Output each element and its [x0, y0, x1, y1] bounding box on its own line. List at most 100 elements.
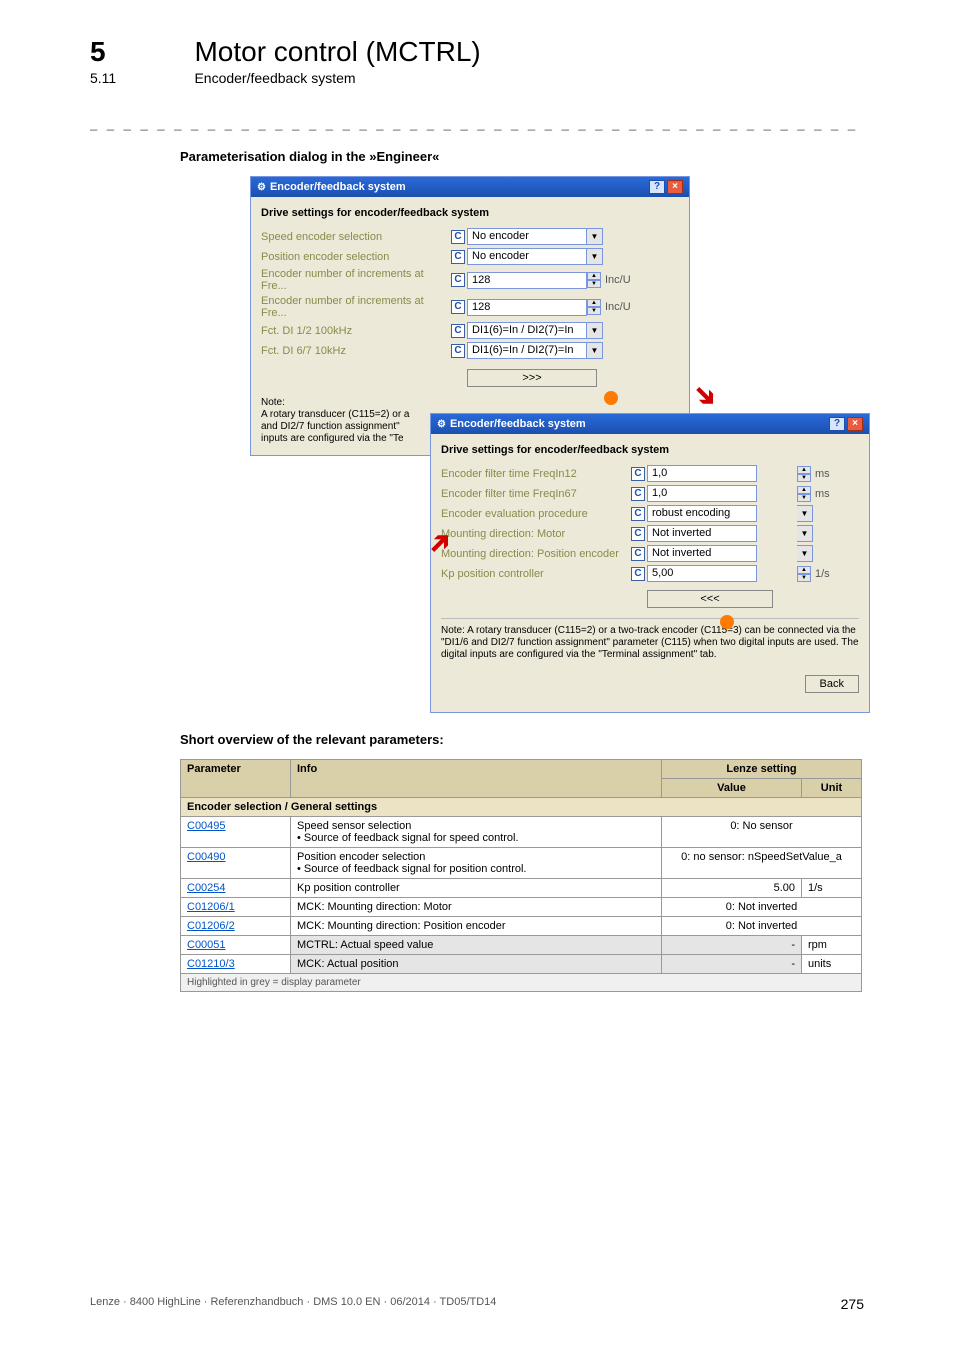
- parameter-table: Parameter Info Lenze setting Value Unit …: [180, 759, 862, 992]
- param-link[interactable]: C01210/3: [187, 958, 235, 970]
- col-info: Info: [291, 760, 662, 798]
- param-link[interactable]: C00051: [187, 939, 226, 951]
- back-button[interactable]: Back: [805, 675, 859, 693]
- footer-left: Lenze · 8400 HighLine · Referenzhandbuch…: [90, 1296, 496, 1312]
- value-cell: 5.00: [662, 879, 802, 898]
- dropdown-icon[interactable]: ▼: [797, 545, 813, 562]
- subsection-title: Encoder/feedback system: [194, 70, 355, 86]
- col-value: Value: [662, 779, 802, 798]
- param-link[interactable]: C01206/1: [187, 901, 235, 913]
- unit-text: Inc/U: [605, 274, 631, 286]
- param-link[interactable]: C01206/2: [187, 920, 235, 932]
- unit-text: ms: [815, 468, 830, 480]
- spin-up-icon[interactable]: ▲: [797, 466, 811, 474]
- c-badge[interactable]: C: [631, 467, 645, 481]
- col-lenze: Lenze setting: [662, 760, 862, 779]
- table-footnote: Highlighted in grey = display parameter: [181, 974, 862, 992]
- dialog-screenshot-area: ⚙ Encoder/feedback system ? × Drive setti…: [250, 176, 862, 716]
- mount-pos-field[interactable]: Not inverted: [647, 545, 757, 562]
- c-badge[interactable]: C: [631, 527, 645, 541]
- inc1-field[interactable]: 128: [467, 272, 587, 289]
- info-cell: MCK: Mounting direction: Motor: [291, 898, 662, 917]
- window-titlebar: ⚙Encoder/feedback system ? ×: [431, 414, 869, 434]
- close-icon[interactable]: ×: [667, 180, 683, 194]
- spin-up-icon[interactable]: ▲: [797, 566, 811, 574]
- inc2-label: Encoder number of increments at Fre...: [261, 295, 451, 319]
- arrow-down-right-icon: ➔: [686, 376, 726, 416]
- c-badge[interactable]: C: [631, 507, 645, 521]
- info-cell: Kp position controller: [291, 879, 662, 898]
- speed-enc-label: Speed encoder selection: [261, 231, 451, 243]
- pos-enc-label: Position encoder selection: [261, 251, 451, 263]
- dropdown-icon[interactable]: ▼: [587, 248, 603, 265]
- encoder-dialog-2: ⚙Encoder/feedback system ? × Drive setti…: [430, 413, 870, 713]
- unit-cell: 1/s: [802, 879, 862, 898]
- collapse-button[interactable]: <<<: [647, 590, 773, 608]
- c-badge[interactable]: C: [451, 324, 465, 338]
- c-badge[interactable]: C: [451, 300, 465, 314]
- dropdown-icon[interactable]: ▼: [587, 228, 603, 245]
- c-badge[interactable]: C: [451, 344, 465, 358]
- spin-down-icon[interactable]: ▼: [587, 307, 601, 315]
- pos-enc-field[interactable]: No encoder: [467, 248, 587, 265]
- help-icon[interactable]: ?: [829, 417, 845, 431]
- window-titlebar: ⚙ Encoder/feedback system ? ×: [251, 177, 689, 197]
- window-title: Encoder/feedback system: [270, 181, 406, 193]
- value-cell: 0: No sensor: [662, 817, 862, 848]
- mount-pos-label: Mounting direction: Position encoder: [441, 548, 631, 560]
- spin-up-icon[interactable]: ▲: [587, 272, 601, 280]
- section-title: Motor control (MCTRL): [194, 36, 480, 68]
- c-badge[interactable]: C: [631, 567, 645, 581]
- inc1-label: Encoder number of increments at Fre...: [261, 268, 451, 292]
- page-header: 5 Motor control (MCTRL) 5.11 Encoder/fee…: [0, 0, 954, 88]
- mount-motor-label: Mounting direction: Motor: [441, 528, 631, 540]
- di67-label: Fct. DI 6/7 10kHz: [261, 345, 451, 357]
- param-link[interactable]: C00490: [187, 851, 226, 863]
- spin-up-icon[interactable]: ▲: [587, 299, 601, 307]
- dropdown-icon[interactable]: ▼: [797, 505, 813, 522]
- dropdown-icon[interactable]: ▼: [587, 322, 603, 339]
- inc2-field[interactable]: 128: [467, 299, 587, 316]
- eval-label: Encoder evaluation procedure: [441, 508, 631, 520]
- c-badge[interactable]: C: [631, 487, 645, 501]
- filter67-field[interactable]: 1,0: [647, 485, 757, 502]
- c-badge[interactable]: C: [451, 273, 465, 287]
- gear-icon: ⚙: [257, 182, 266, 193]
- dropdown-icon[interactable]: ▼: [587, 342, 603, 359]
- filter12-field[interactable]: 1,0: [647, 465, 757, 482]
- col-parameter: Parameter: [181, 760, 291, 798]
- kp-label: Kp position controller: [441, 568, 631, 580]
- kp-field[interactable]: 5,00: [647, 565, 757, 582]
- c-badge[interactable]: C: [631, 547, 645, 561]
- window-title: Encoder/feedback system: [450, 418, 586, 430]
- unit-text: ms: [815, 488, 830, 500]
- table-row: C00490 Position encoder selection• Sourc…: [181, 848, 862, 879]
- eval-field[interactable]: robust encoding: [647, 505, 757, 522]
- speed-enc-field[interactable]: No encoder: [467, 228, 587, 245]
- spin-down-icon[interactable]: ▼: [587, 280, 601, 288]
- drive-settings-header: Drive settings for encoder/feedback syst…: [441, 440, 859, 462]
- param-link[interactable]: C00254: [187, 882, 226, 894]
- info-cell: MCK: Mounting direction: Position encode…: [291, 917, 662, 936]
- spin-up-icon[interactable]: ▲: [797, 486, 811, 494]
- spin-down-icon[interactable]: ▼: [797, 494, 811, 502]
- filter67-label: Encoder filter time FreqIn67: [441, 488, 631, 500]
- c-badge[interactable]: C: [451, 230, 465, 244]
- spin-down-icon[interactable]: ▼: [797, 574, 811, 582]
- table-row: C01206/2 MCK: Mounting direction: Positi…: [181, 917, 862, 936]
- subsection-number: 5.11: [90, 70, 190, 86]
- table-row: C00495 Speed sensor selection• Source of…: [181, 817, 862, 848]
- info-cell: Position encoder selection• Source of fe…: [291, 848, 662, 879]
- value-cell: -: [662, 936, 802, 955]
- dropdown-icon[interactable]: ▼: [797, 525, 813, 542]
- help-icon[interactable]: ?: [649, 180, 665, 194]
- di12-label: Fct. DI 1/2 100kHz: [261, 325, 451, 337]
- close-icon[interactable]: ×: [847, 417, 863, 431]
- c-badge[interactable]: C: [451, 250, 465, 264]
- mount-motor-field[interactable]: Not inverted: [647, 525, 757, 542]
- expand-button[interactable]: >>>: [467, 369, 597, 387]
- di12-field[interactable]: DI1(6)=In / DI2(7)=In: [467, 322, 587, 339]
- param-link[interactable]: C00495: [187, 820, 226, 832]
- spin-down-icon[interactable]: ▼: [797, 474, 811, 482]
- di67-field[interactable]: DI1(6)=In / DI2(7)=In: [467, 342, 587, 359]
